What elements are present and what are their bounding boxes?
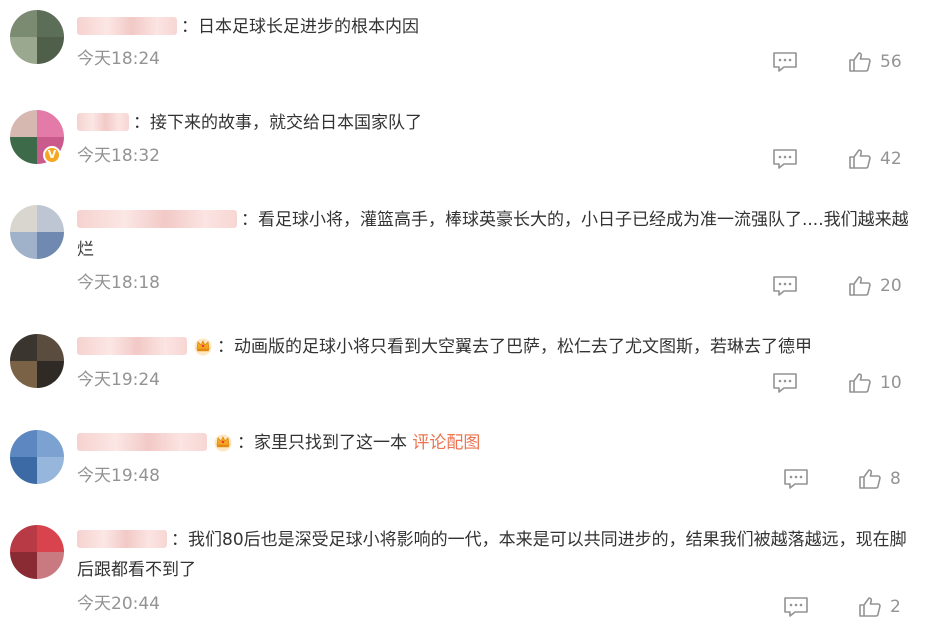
like-icon — [848, 275, 872, 297]
comment-body: 日本足球长足进步的根本内因 — [198, 17, 419, 37]
like-icon — [848, 372, 872, 394]
like-button[interactable]: 20 — [848, 274, 902, 298]
avatar[interactable] — [10, 205, 64, 259]
separator: ： — [241, 210, 258, 230]
like-count: 10 — [880, 373, 902, 393]
comment-body: 家里只找到了这一本 — [254, 433, 407, 453]
separator: ： — [217, 337, 234, 357]
username[interactable] — [77, 113, 129, 131]
separator: ： — [133, 113, 150, 133]
username[interactable] — [77, 337, 187, 355]
like-icon — [858, 596, 882, 618]
reply-icon[interactable] — [772, 50, 798, 74]
separator: ： — [181, 17, 198, 37]
reply-icon[interactable] — [772, 147, 798, 171]
comment-text: ：日本足球长足进步的根本内因 — [77, 12, 917, 42]
like-count: 56 — [880, 52, 902, 72]
comment-body: 我们80后也是深受足球小将影响的一代，本来是可以共同进步的，结果我们被越落越远，… — [77, 530, 907, 580]
username[interactable] — [77, 433, 207, 451]
like-button[interactable]: 10 — [848, 371, 902, 395]
avatar[interactable] — [10, 430, 64, 484]
comment-text: ：家里只找到了这一本 评论配图 — [77, 428, 917, 458]
like-button[interactable]: 56 — [848, 50, 902, 74]
like-button[interactable]: 42 — [848, 147, 902, 171]
comment-time: 今天20:44 — [77, 594, 160, 614]
comment-text: ：接下来的故事，就交给日本国家队了 — [77, 108, 917, 138]
comment-body: 接下来的故事，就交给日本国家队了 — [150, 113, 422, 133]
username[interactable] — [77, 530, 167, 548]
reply-icon[interactable] — [783, 467, 809, 491]
like-count: 2 — [890, 597, 901, 617]
username[interactable] — [77, 17, 177, 35]
separator: ： — [171, 530, 188, 550]
comment-text: ：看足球小将，灌篮高手，棒球英豪长大的，小日子已经成为准一流强队了....我们越… — [77, 205, 917, 265]
comment-time: 今天19:24 — [77, 370, 160, 390]
verified-icon: V — [43, 146, 61, 164]
comment-time: 今天18:18 — [77, 273, 160, 293]
like-count: 20 — [880, 276, 902, 296]
separator: ： — [237, 433, 254, 453]
reply-icon[interactable] — [772, 274, 798, 298]
like-count: 8 — [890, 469, 901, 489]
reply-icon[interactable] — [772, 371, 798, 395]
comment-text: ：我们80后也是深受足球小将影响的一代，本来是可以共同进步的，结果我们被越落越远… — [77, 525, 917, 585]
comment-time: 今天18:32 — [77, 146, 160, 166]
like-icon — [858, 468, 882, 490]
comment-text: ：动画版的足球小将只看到大空翼去了巴萨，松仁去了尤文图斯，若琳去了德甲 — [77, 332, 917, 362]
avatar[interactable] — [10, 525, 64, 579]
avatar[interactable] — [10, 10, 64, 64]
avatar[interactable] — [10, 334, 64, 388]
like-count: 42 — [880, 149, 902, 169]
like-icon — [848, 51, 872, 73]
like-icon — [848, 148, 872, 170]
username[interactable] — [77, 210, 237, 228]
comment-time: 今天18:24 — [77, 49, 160, 69]
comment-image-link[interactable]: 评论配图 — [407, 433, 480, 453]
like-button[interactable]: 2 — [858, 595, 901, 619]
crown-icon — [193, 336, 213, 356]
like-button[interactable]: 8 — [858, 467, 901, 491]
reply-icon[interactable] — [783, 595, 809, 619]
crown-icon — [213, 432, 233, 452]
comment-body: 动画版的足球小将只看到大空翼去了巴萨，松仁去了尤文图斯，若琳去了德甲 — [234, 337, 812, 357]
comment-time: 今天19:48 — [77, 466, 160, 486]
